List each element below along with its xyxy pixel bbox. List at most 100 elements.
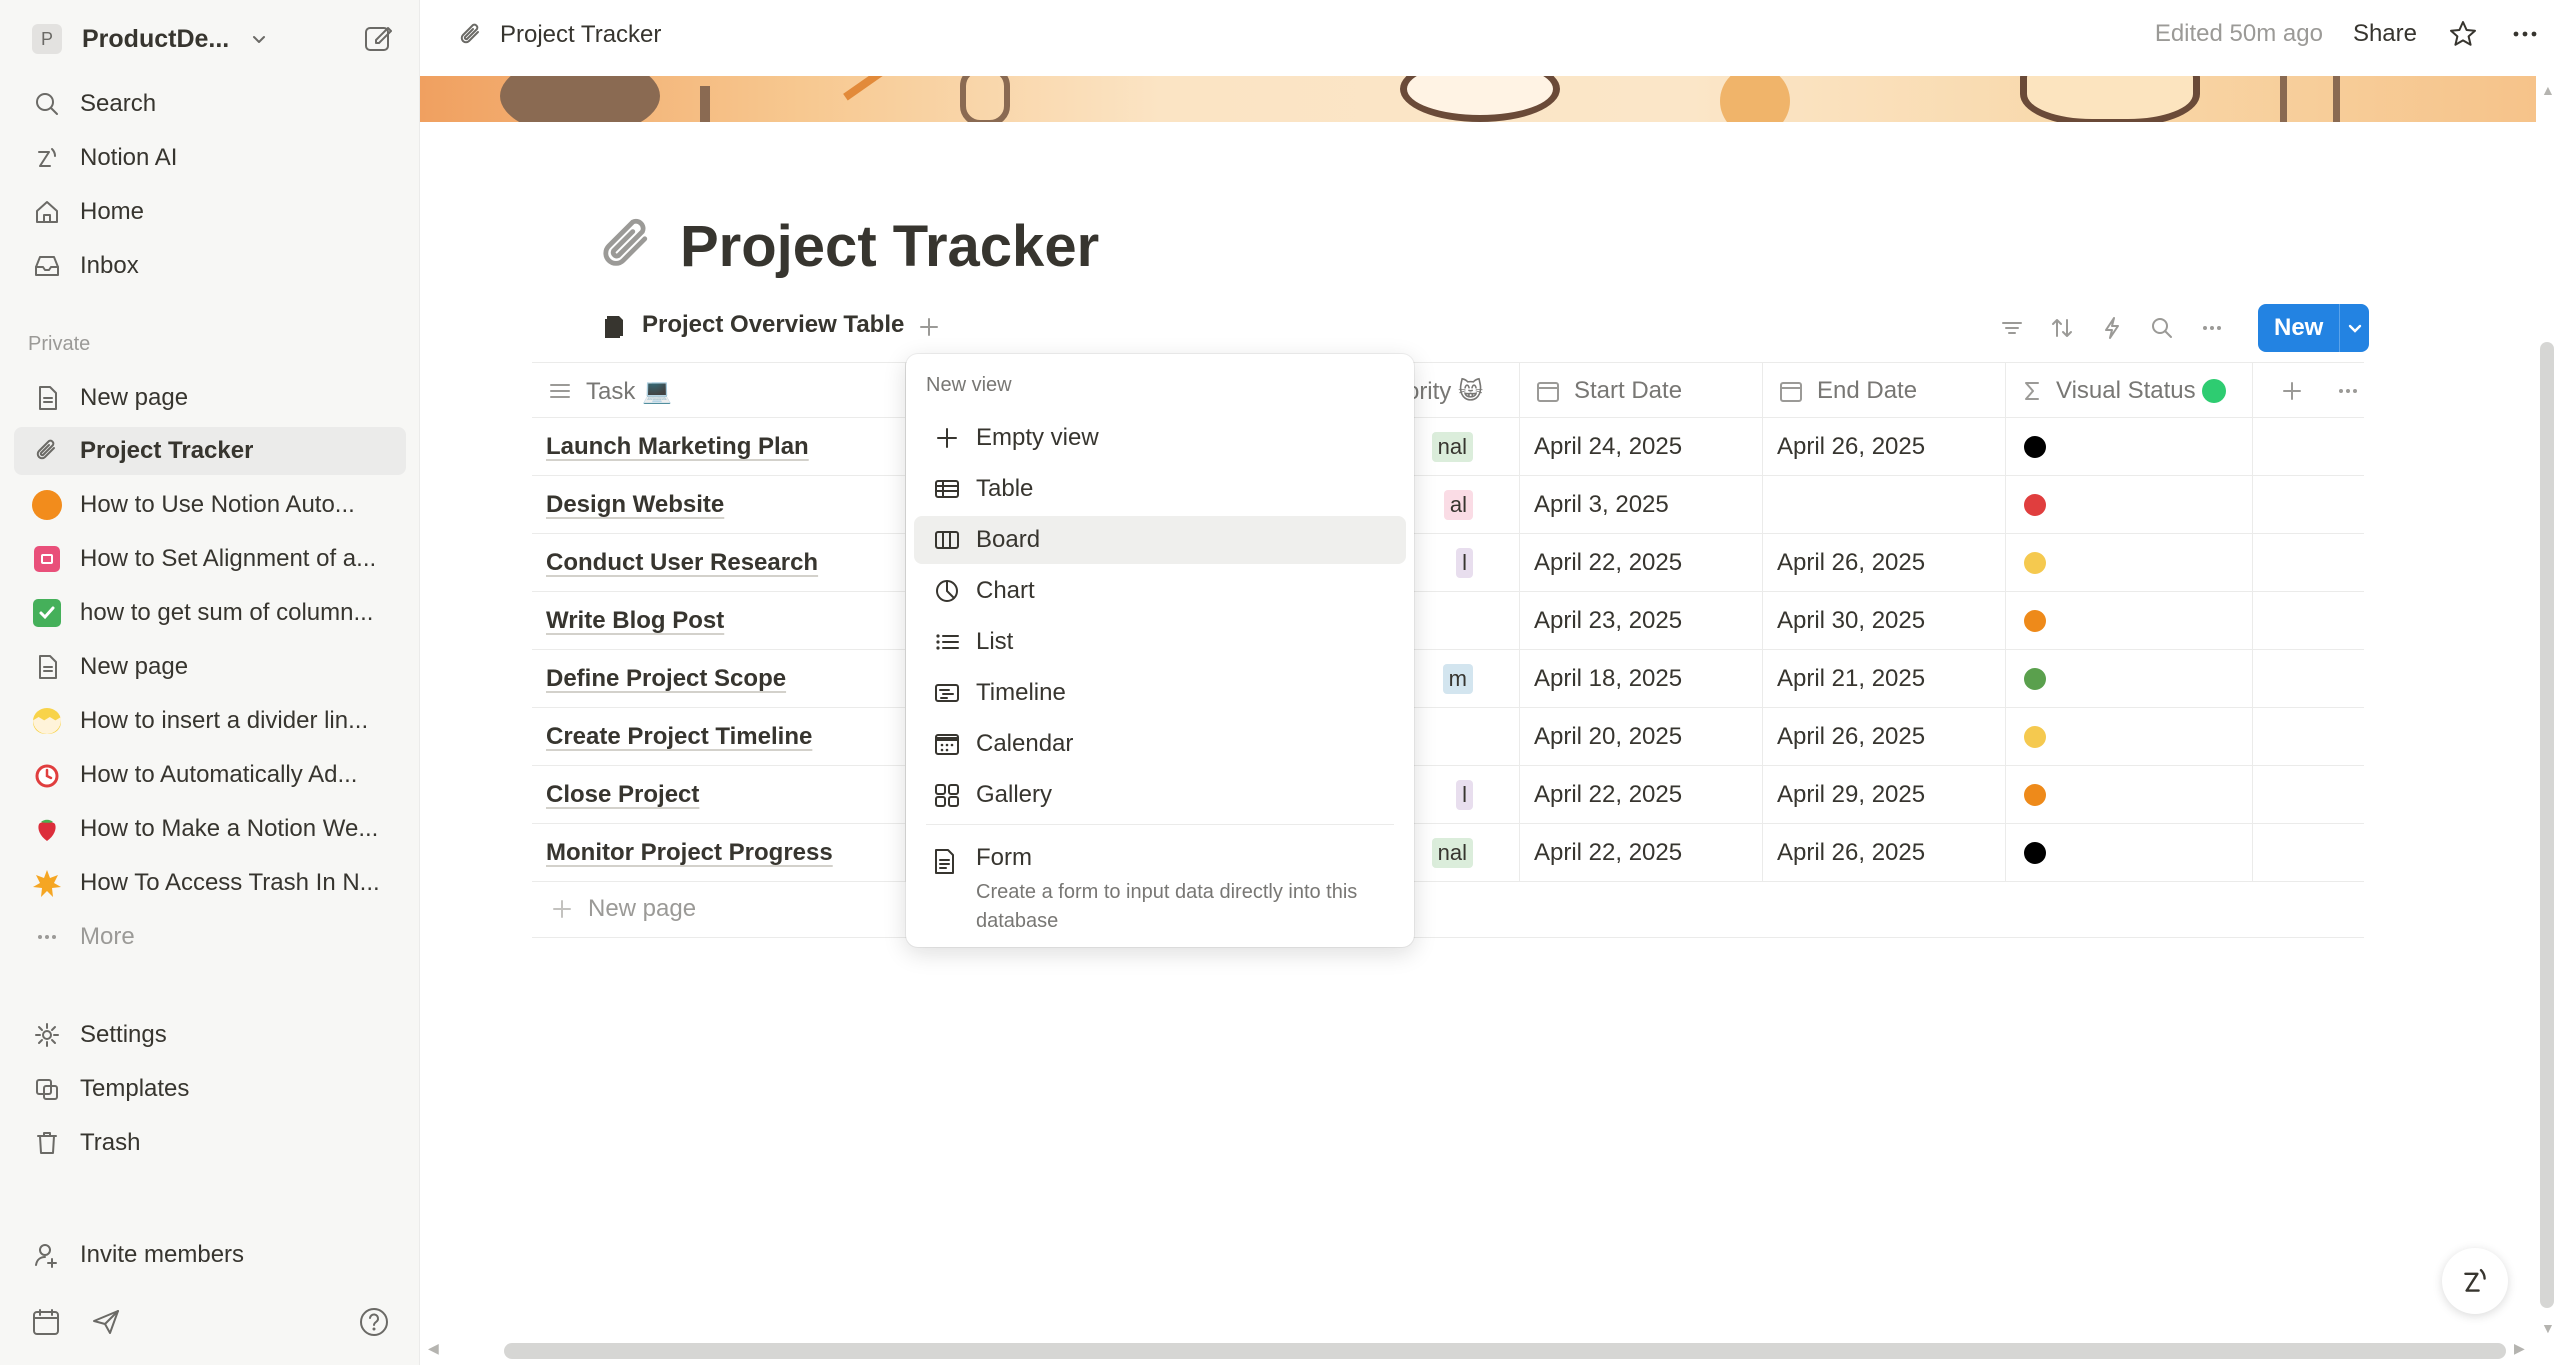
cell-task[interactable]: Write Blog Post xyxy=(532,592,906,650)
sidebar-page-new-page[interactable]: New page xyxy=(14,643,406,691)
scroll-down-arrow[interactable]: ▼ xyxy=(2541,1320,2555,1336)
breadcrumb[interactable]: Project Tracker xyxy=(456,20,661,50)
tab-project-overview-table[interactable]: Project Overview Table xyxy=(600,310,904,340)
cell-end-date[interactable]: April 29, 2025 xyxy=(1763,766,2006,824)
sidebar-page[interactable]: How to Make a Notion We... xyxy=(14,805,406,853)
sidebar-item-search[interactable]: Search xyxy=(14,80,406,128)
cell-end-date[interactable]: April 26, 2025 xyxy=(1763,824,2006,882)
cell-start-date[interactable]: April 22, 2025 xyxy=(1520,534,1763,592)
cell-task[interactable]: Launch Marketing Plan xyxy=(532,418,906,476)
table-row[interactable]: Create Project Timeline April 20, 2025 Apr… xyxy=(532,708,2364,766)
add-column-icon[interactable] xyxy=(2279,378,2305,404)
sidebar-page[interactable]: How to Set Alignment of a... xyxy=(14,535,406,583)
sidebar-item-settings[interactable]: Settings xyxy=(14,1011,406,1059)
table-row[interactable]: Conduct User Research l April 22, 2025 Apri… xyxy=(532,534,2364,592)
send-icon[interactable] xyxy=(90,1306,122,1338)
sidebar-page[interactable]: How To Access Trash In N... xyxy=(14,859,406,907)
cell-end-date[interactable]: April 21, 2025 xyxy=(1763,650,2006,708)
cell-start-date[interactable]: April 18, 2025 xyxy=(1520,650,1763,708)
notion-ai-button[interactable] xyxy=(2442,1248,2508,1314)
new-record-button[interactable]: New xyxy=(2258,304,2370,352)
menu-item-chart[interactable]: Chart xyxy=(914,567,1406,615)
sidebar-item-invite-members[interactable]: Invite members xyxy=(14,1231,406,1279)
filter-icon[interactable] xyxy=(1998,314,2026,342)
workspace-switcher[interactable]: P ProductDe... xyxy=(14,18,404,60)
table-row[interactable]: Define Project Scope m April 18, 2025 April… xyxy=(532,650,2364,708)
cell-start-date[interactable]: April 23, 2025 xyxy=(1520,592,1763,650)
cell-end-date[interactable]: April 26, 2025 xyxy=(1763,418,2006,476)
sidebar-item-notion-ai[interactable]: Notion AI xyxy=(14,134,406,182)
menu-item-table[interactable]: Table xyxy=(914,465,1406,513)
new-page-row[interactable]: New page xyxy=(532,880,2364,938)
table-row[interactable]: Launch Marketing Plan nal April 24, 2025 Ap… xyxy=(532,418,2364,476)
sidebar-item-more[interactable]: More xyxy=(14,913,406,961)
calendar-app-icon[interactable] xyxy=(30,1306,62,1338)
scroll-right-arrow[interactable]: ▶ xyxy=(2514,1340,2525,1357)
star-icon[interactable] xyxy=(2447,18,2479,50)
sidebar-page-new-page[interactable]: New page xyxy=(14,374,406,422)
share-button[interactable]: Share xyxy=(2353,20,2417,48)
column-header-start-date[interactable]: Start Date xyxy=(1520,363,1763,419)
cell-visual-status[interactable] xyxy=(2006,592,2253,650)
cell-end-date[interactable]: April 30, 2025 xyxy=(1763,592,2006,650)
cell-task[interactable]: Define Project Scope xyxy=(532,650,906,708)
menu-item-timeline[interactable]: Timeline xyxy=(914,669,1406,717)
column-header-task[interactable]: Task 💻 xyxy=(532,363,906,419)
menu-item-gallery[interactable]: Gallery xyxy=(914,771,1406,819)
cell-start-date[interactable]: April 20, 2025 xyxy=(1520,708,1763,766)
table-row[interactable]: Close Project l April 22, 2025 April 29, 20… xyxy=(532,766,2364,824)
table-row[interactable]: Design Website al April 3, 2025 xyxy=(532,476,2364,534)
cell-visual-status[interactable] xyxy=(2006,650,2253,708)
more-options-icon[interactable] xyxy=(2509,18,2541,50)
column-header-end-date[interactable]: End Date xyxy=(1763,363,2006,419)
scroll-left-arrow[interactable]: ◀ xyxy=(428,1340,439,1357)
sidebar-item-templates[interactable]: Templates xyxy=(14,1065,406,1113)
sort-icon[interactable] xyxy=(2048,314,2076,342)
cell-visual-status[interactable] xyxy=(2006,766,2253,824)
cell-start-date[interactable]: April 22, 2025 xyxy=(1520,824,1763,882)
menu-item-empty-view[interactable]: Empty view xyxy=(914,414,1406,462)
paperclip-icon[interactable] xyxy=(592,210,664,282)
cell-start-date[interactable]: April 22, 2025 xyxy=(1520,766,1763,824)
sidebar-page[interactable]: How to Use Notion Auto... xyxy=(14,481,406,529)
table-row[interactable]: Write Blog Post April 23, 2025 April 30, 2… xyxy=(532,592,2364,650)
sidebar-item-trash[interactable]: Trash xyxy=(14,1119,406,1167)
sidebar-item-inbox[interactable]: Inbox xyxy=(14,242,406,290)
cell-visual-status[interactable] xyxy=(2006,708,2253,766)
cell-end-date[interactable]: April 26, 2025 xyxy=(1763,708,2006,766)
cell-task[interactable]: Design Website xyxy=(532,476,906,534)
sidebar-item-home[interactable]: Home xyxy=(14,188,406,236)
horizontal-scrollbar[interactable] xyxy=(504,1343,2506,1359)
new-page-compose-icon[interactable] xyxy=(360,20,396,56)
sidebar-page[interactable]: How to Automatically Ad... xyxy=(14,751,406,799)
vertical-scrollbar[interactable] xyxy=(2540,342,2554,1308)
menu-item-board[interactable]: Board xyxy=(914,516,1406,564)
automation-icon[interactable] xyxy=(2098,314,2126,342)
menu-item-calendar[interactable]: Calendar xyxy=(914,720,1406,768)
table-row[interactable]: Monitor Project Progress nal April 22, 202… xyxy=(532,824,2364,882)
menu-item-list[interactable]: List xyxy=(914,618,1406,666)
cell-start-date[interactable]: April 24, 2025 xyxy=(1520,418,1763,476)
cell-visual-status[interactable] xyxy=(2006,418,2253,476)
cell-task[interactable]: Close Project xyxy=(532,766,906,824)
menu-item-form[interactable]: Form Create a form to input data directl… xyxy=(914,834,1406,934)
cell-task[interactable]: Monitor Project Progress xyxy=(532,824,906,882)
help-icon[interactable] xyxy=(358,1306,390,1338)
column-header-visual-status[interactable]: Visual Status xyxy=(2006,363,2253,419)
cell-visual-status[interactable] xyxy=(2006,824,2253,882)
chevron-down-icon[interactable] xyxy=(2339,304,2370,352)
cell-visual-status[interactable] xyxy=(2006,476,2253,534)
sidebar-page-project-tracker[interactable]: Project Tracker xyxy=(14,427,406,475)
page-cover[interactable] xyxy=(420,76,2536,122)
cell-visual-status[interactable] xyxy=(2006,534,2253,592)
more-options-icon[interactable] xyxy=(2198,314,2226,342)
sidebar-page[interactable]: how to get sum of column... xyxy=(14,589,406,637)
add-view-icon[interactable] xyxy=(914,312,944,342)
cell-end-date[interactable]: April 26, 2025 xyxy=(1763,534,2006,592)
cell-task[interactable]: Create Project Timeline xyxy=(532,708,906,766)
cell-end-date[interactable] xyxy=(1763,476,2006,534)
page-title-text[interactable]: Project Tracker xyxy=(680,213,1099,280)
cell-start-date[interactable]: April 3, 2025 xyxy=(1520,476,1763,534)
cell-task[interactable]: Conduct User Research xyxy=(532,534,906,592)
more-options-icon[interactable] xyxy=(2335,378,2361,404)
